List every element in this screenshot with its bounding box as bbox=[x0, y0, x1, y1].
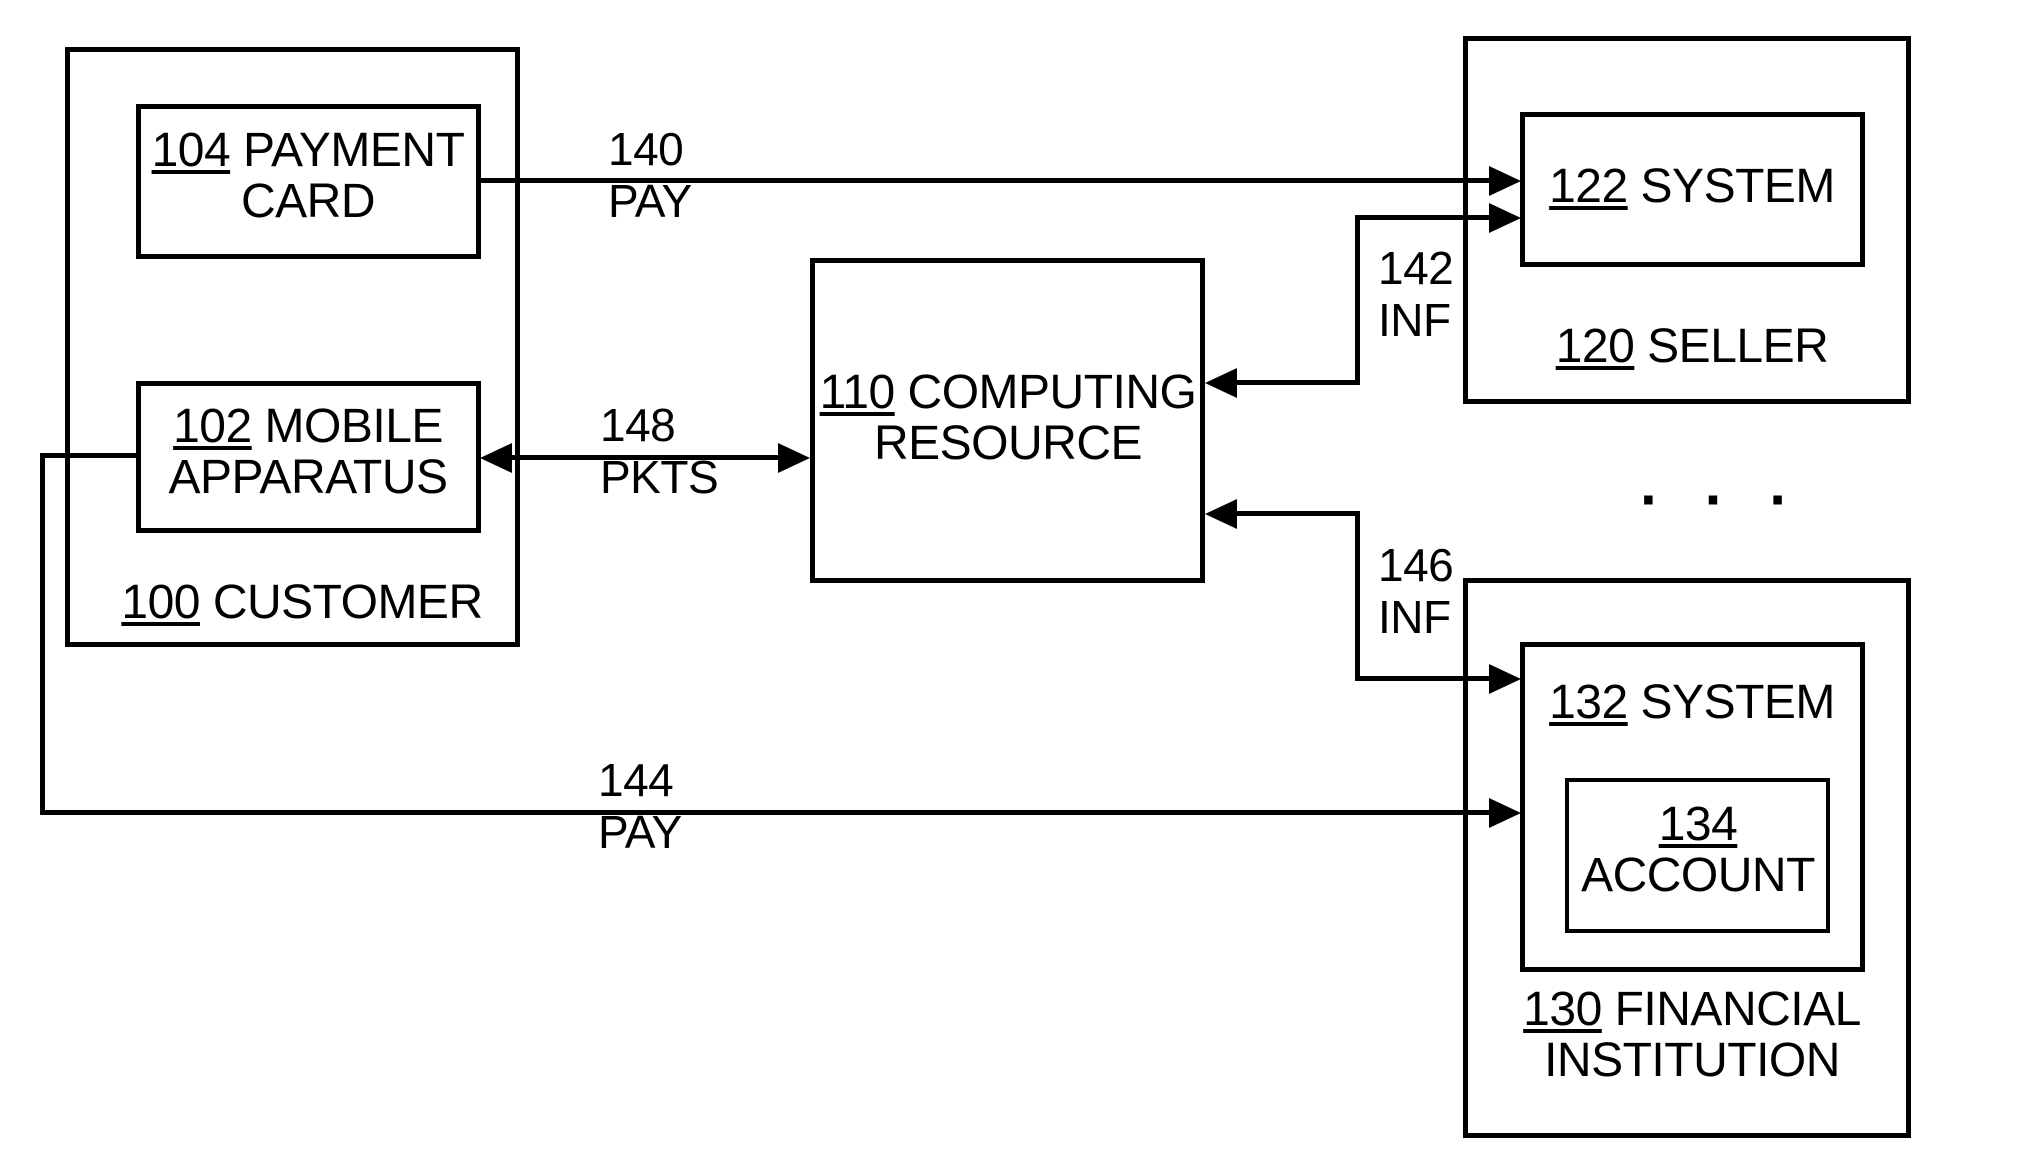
fi-line1: FINANCIAL bbox=[1601, 983, 1862, 1036]
computing-resource-line2: RESOURCE bbox=[873, 416, 1143, 470]
mobile-apparatus-num: 102 bbox=[173, 400, 252, 453]
connector-146-arrowhead-left bbox=[1205, 499, 1237, 529]
customer-label: 100 CUSTOMER bbox=[121, 576, 483, 629]
customer-num: 100 bbox=[121, 576, 200, 629]
connector-146-arrowhead-right bbox=[1489, 664, 1521, 694]
connector-148-arrowhead-right bbox=[778, 443, 810, 473]
connector-140-arrowhead bbox=[1489, 166, 1521, 196]
account-num: 134 bbox=[1658, 798, 1738, 851]
payment-card-num: 104 bbox=[151, 124, 231, 177]
connector-148-num: 148 bbox=[600, 399, 676, 451]
connector-142-label: 142 INF bbox=[1378, 242, 1454, 346]
patent-figure: 104 PAYMENT CARD 102 MOBILE APPARATUS 10… bbox=[0, 0, 2034, 1174]
connector-146-kind: INF bbox=[1378, 590, 1451, 643]
fi-line2: INSTITUTION bbox=[1544, 1033, 1840, 1087]
payment-card-line1: PAYMENT bbox=[230, 124, 465, 177]
connector-142-num: 142 bbox=[1378, 242, 1454, 294]
connector-142-bottom-line bbox=[1237, 380, 1360, 385]
payment-card-label: 104 PAYMENT CARD bbox=[151, 124, 465, 228]
account-name: ACCOUNT bbox=[1581, 848, 1815, 902]
seller-num: 120 bbox=[1555, 320, 1635, 373]
connector-148-label: 148 PKTS bbox=[600, 399, 719, 503]
financial-institution-label: 130 FINANCIAL INSTITUTION bbox=[1523, 983, 1862, 1087]
computing-resource-num: 110 bbox=[819, 366, 896, 419]
connector-142-top-line bbox=[1355, 215, 1493, 220]
connector-146-top-line bbox=[1237, 511, 1360, 516]
customer-name: CUSTOMER bbox=[199, 576, 483, 629]
mobile-apparatus-label: 102 MOBILE APPARATUS bbox=[168, 400, 448, 504]
connector-140-label: 140 PAY bbox=[608, 123, 692, 227]
seller-system-label: 122 SYSTEM bbox=[1549, 160, 1836, 213]
computing-resource-line1: COMPUTING bbox=[894, 366, 1197, 419]
connector-144-num: 144 bbox=[598, 754, 674, 806]
connector-146-label: 146 INF bbox=[1378, 539, 1454, 643]
connector-146-vertical-line bbox=[1355, 511, 1360, 681]
connector-140-kind: PAY bbox=[608, 174, 692, 227]
seller-system-num: 122 bbox=[1549, 160, 1628, 213]
fi-system-name: SYSTEM bbox=[1627, 676, 1836, 729]
ellipsis: · · · bbox=[1640, 466, 1804, 533]
account-label: 134 ACCOUNT bbox=[1581, 798, 1815, 902]
connector-148-arrowhead-left bbox=[480, 443, 512, 473]
connector-148-kind: PKTS bbox=[600, 450, 719, 503]
connector-144-label: 144 PAY bbox=[598, 754, 682, 858]
connector-142-vertical-line bbox=[1355, 215, 1360, 385]
connector-146-bottom-line bbox=[1355, 676, 1493, 681]
fi-num: 130 bbox=[1523, 983, 1602, 1036]
connector-142-arrowhead-right bbox=[1489, 203, 1521, 233]
mobile-apparatus-line1: MOBILE bbox=[251, 400, 444, 453]
seller-name: SELLER bbox=[1634, 320, 1829, 373]
connector-142-arrowhead-left bbox=[1205, 368, 1237, 398]
payment-card-line2: CARD bbox=[240, 174, 376, 228]
connector-146-num: 146 bbox=[1378, 539, 1454, 591]
connector-142-kind: INF bbox=[1378, 293, 1451, 346]
fi-system-label: 132 SYSTEM bbox=[1549, 676, 1836, 729]
fi-system-num: 132 bbox=[1549, 676, 1628, 729]
connector-144-long-line bbox=[40, 810, 1493, 815]
mobile-apparatus-line2: APPARATUS bbox=[168, 450, 448, 504]
connector-140-num: 140 bbox=[608, 123, 684, 175]
seller-system-name: SYSTEM bbox=[1627, 160, 1836, 213]
connector-144-stub-line bbox=[40, 453, 140, 458]
connector-144-arrowhead bbox=[1489, 798, 1521, 828]
connector-144-vertical-line bbox=[40, 453, 45, 815]
seller-label: 120 SELLER bbox=[1555, 320, 1829, 373]
connector-144-kind: PAY bbox=[598, 805, 682, 858]
computing-resource-label: 110 COMPUTING RESOURCE bbox=[819, 366, 1197, 470]
